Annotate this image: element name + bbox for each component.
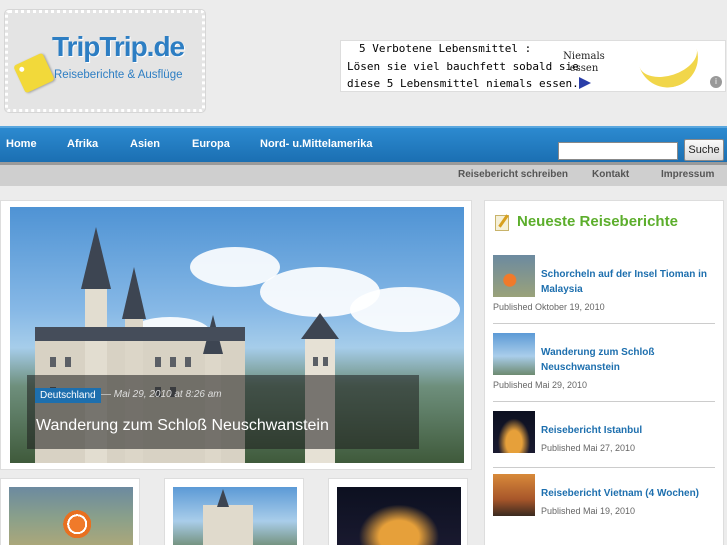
featured-image[interactable]: Deutschland — Mai 29, 2010 at 8:26 am Wa…	[10, 207, 464, 463]
sidebar-post-thumbnail[interactable]	[493, 411, 535, 453]
secondary-nav: Reisebericht schreiben Kontakt Impressum	[0, 162, 727, 186]
page: TripTrip.de Reiseberichte & Ausflüge 5 V…	[0, 0, 727, 545]
sidebar-post-date: Published Mai 27, 2010	[541, 443, 636, 453]
subnav-kontakt[interactable]: Kontakt	[592, 169, 629, 180]
nav-item-nordamerika[interactable]: Nord- u.Mittelamerika	[260, 138, 372, 150]
divider	[493, 323, 715, 324]
sidebar-post-item: Reisebericht Vietnam (4 Wochen) Publishe…	[493, 474, 715, 544]
nav-item-asien[interactable]: Asien	[130, 138, 160, 150]
subnav-reisebericht-schreiben[interactable]: Reisebericht schreiben	[458, 169, 568, 180]
subnav-impressum[interactable]: Impressum	[661, 169, 714, 180]
cloud	[350, 287, 460, 332]
sidebar-post-thumbnail[interactable]	[493, 333, 535, 375]
divider	[493, 401, 715, 402]
nav-item-afrika[interactable]: Afrika	[67, 138, 98, 150]
sidebar-post-date: Published Oktober 19, 2010	[493, 302, 605, 312]
sidebar-post-title[interactable]: Reisebericht Istanbul	[541, 423, 715, 438]
sidebar-title: Neueste Reiseberichte	[517, 213, 678, 230]
featured-post-title[interactable]: Wanderung zum Schloß Neuschwanstein	[36, 417, 329, 435]
sidebar-latest-posts: Neueste Reiseberichte Schorcheln auf der…	[484, 200, 724, 545]
sidebar-post-item: Schorcheln auf der Insel Tioman in Malay…	[493, 255, 715, 325]
sidebar-post-date: Published Mai 29, 2010	[493, 380, 588, 390]
sidebar-post-item: Wanderung zum Schloß Neuschwanstein Publ…	[493, 333, 715, 403]
post-thumbnail[interactable]	[328, 478, 468, 545]
sidebar-post-title[interactable]: Wanderung zum Schloß Neuschwanstein	[541, 345, 715, 375]
post-meta: — Mai 29, 2010 at 8:26 am	[101, 389, 222, 400]
ad-info-icon[interactable]: i	[710, 76, 722, 88]
sidebar-post-item: Reisebericht Istanbul Published Mai 27, …	[493, 411, 715, 481]
main-nav: Home Afrika Asien Europa Nord- u.Mittela…	[0, 126, 727, 162]
post-thumbnail[interactable]	[0, 478, 140, 545]
search-input[interactable]	[558, 142, 678, 160]
featured-post: Deutschland — Mai 29, 2010 at 8:26 am Wa…	[0, 200, 472, 470]
divider	[493, 467, 715, 468]
featured-caption: Deutschland — Mai 29, 2010 at 8:26 am Wa…	[27, 375, 419, 449]
sidebar-post-thumbnail[interactable]	[493, 474, 535, 516]
ad-line-1: 5 Verbotene Lebensmittel :	[359, 42, 532, 55]
category-label[interactable]: Deutschland	[35, 388, 101, 403]
search-button[interactable]: Suche	[684, 139, 724, 161]
post-thumbnail[interactable]	[164, 478, 304, 545]
logo-subtitle: Reiseberichte & Ausflüge	[54, 69, 183, 81]
notepad-icon	[495, 215, 509, 231]
istanbul-night-image	[337, 487, 461, 545]
nav-item-europa[interactable]: Europa	[192, 138, 230, 150]
ad-line-2: Lösen sie viel bauchfett sobald sie	[347, 60, 579, 73]
sidebar-post-date: Published Mai 19, 2010	[541, 506, 636, 516]
ad-banner[interactable]: 5 Verbotene Lebensmittel : Lösen sie vie…	[340, 38, 726, 96]
sidebar-post-title[interactable]: Reisebericht Vietnam (4 Wochen)	[541, 486, 715, 501]
ad-line-3: diese 5 Lebensmittel niemals essen.	[347, 77, 579, 90]
clownfish-image	[9, 487, 133, 545]
sidebar-post-thumbnail[interactable]	[493, 255, 535, 297]
castle-thumbnail-image	[173, 487, 297, 545]
ad-side-text: Niemals essen	[563, 51, 605, 74]
banana-image	[636, 38, 706, 96]
nav-item-home[interactable]: Home	[6, 138, 37, 150]
sidebar-post-title[interactable]: Schorcheln auf der Insel Tioman in Malay…	[541, 267, 715, 297]
site-logo[interactable]: TripTrip.de Reiseberichte & Ausflüge	[5, 10, 205, 112]
logo-name: TripTrip.de	[52, 31, 185, 62]
luggage-tag-icon	[13, 52, 55, 94]
header: TripTrip.de Reiseberichte & Ausflüge 5 V…	[0, 0, 727, 126]
ad-arrow-icon	[579, 77, 591, 89]
